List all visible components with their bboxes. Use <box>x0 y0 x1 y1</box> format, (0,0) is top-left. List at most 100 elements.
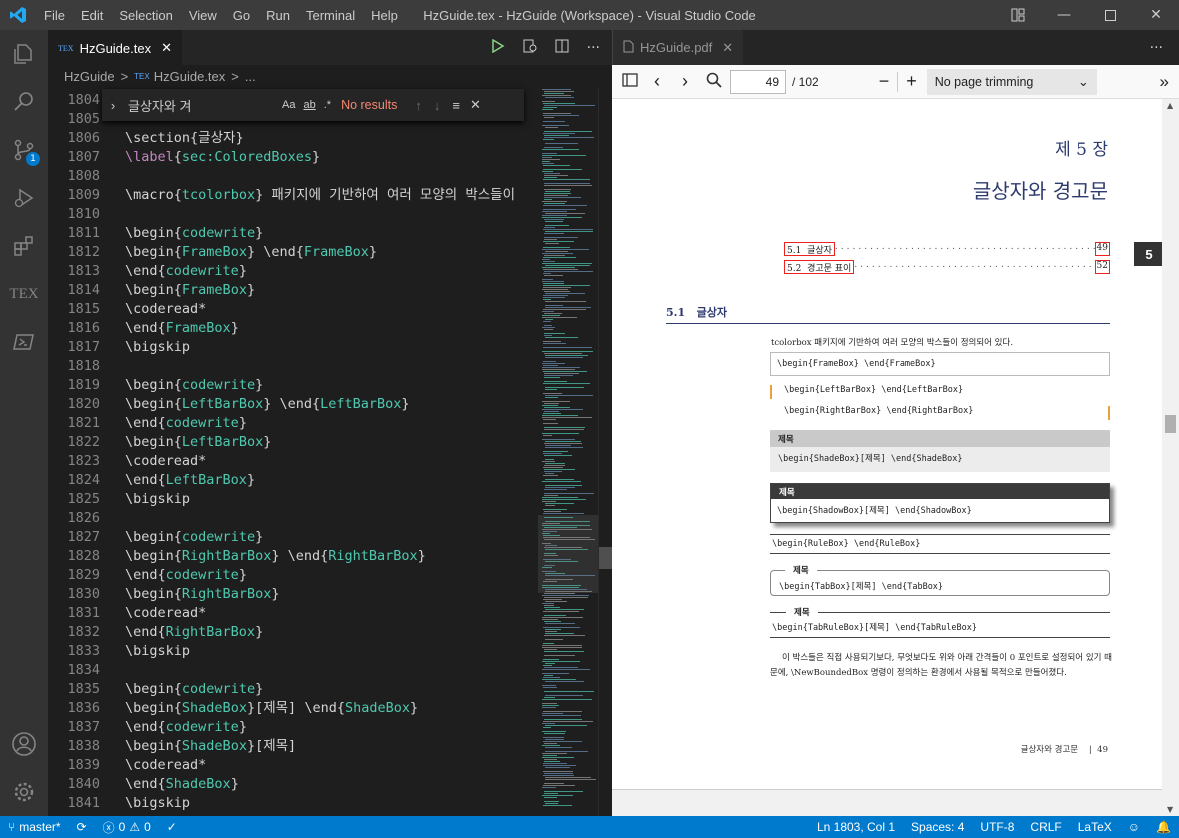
code-line[interactable]: 1837 \end{codewrite} <box>48 718 538 737</box>
more-tools-icon[interactable]: » <box>1160 72 1169 92</box>
powershell-icon[interactable] <box>0 318 48 366</box>
toc-link[interactable]: 5.1 글상자 <box>784 242 835 256</box>
sync-icon[interactable]: ⟳ <box>69 820 95 834</box>
match-case-toggle[interactable]: Aa <box>282 99 295 111</box>
code-line[interactable]: 1832 \end{RightBarBox} <box>48 623 538 642</box>
code-line[interactable]: 1817 \bigskip <box>48 338 538 357</box>
page-number-input[interactable]: 49 <box>730 69 786 94</box>
code-line[interactable]: 1821 \end{codewrite} <box>48 414 538 433</box>
cursor-position[interactable]: Ln 1803, Col 1 <box>809 820 903 834</box>
code-line[interactable]: 1819 \begin{codewrite} <box>48 376 538 395</box>
split-editor-icon[interactable] <box>555 39 569 57</box>
code-line[interactable]: 1820 \begin{LeftBarBox} \end{LeftBarBox} <box>48 395 538 414</box>
menu-view[interactable]: View <box>181 8 225 23</box>
code-line[interactable]: 1806 \section{글상자} <box>48 129 538 148</box>
scrollbar-up-icon[interactable]: ▲ <box>1167 101 1173 110</box>
layout-icon[interactable] <box>995 0 1041 30</box>
code-line[interactable]: 1831 \coderead* <box>48 604 538 623</box>
code-line[interactable]: 1815 \coderead* <box>48 300 538 319</box>
previous-match-icon[interactable]: ↑ <box>415 98 422 113</box>
menu-selection[interactable]: Selection <box>111 8 180 23</box>
run-build-icon[interactable] <box>491 38 505 57</box>
menu-run[interactable]: Run <box>258 8 298 23</box>
menu-file[interactable]: File <box>36 8 73 23</box>
code-line[interactable]: 1816 \end{FrameBox} <box>48 319 538 338</box>
breadcrumb-folder[interactable]: HzGuide <box>64 69 115 84</box>
code-line[interactable]: 1812 \begin{FrameBox} \end{FrameBox} <box>48 243 538 262</box>
toc-page[interactable]: 49 <box>1094 242 1110 256</box>
breadcrumb-file[interactable]: HzGuide.tex <box>154 69 226 84</box>
previous-page-icon[interactable]: ‹ <box>654 71 660 92</box>
sidebar-toggle-icon[interactable] <box>622 73 638 90</box>
notifications-bell-icon[interactable]: 🔔 <box>1148 820 1179 834</box>
toc-link[interactable]: 5.2 경고문 표이 <box>784 260 855 274</box>
code-line[interactable]: 1839 \coderead* <box>48 756 538 775</box>
scrollbar-down-icon[interactable]: ▼ <box>1167 805 1173 814</box>
scrollbar-thumb[interactable] <box>1165 415 1176 433</box>
code-line[interactable]: 1838 \begin{ShadeBox}[제목] <box>48 737 538 756</box>
code-line[interactable]: 1823 \coderead* <box>48 452 538 471</box>
close-tab-icon[interactable]: ✕ <box>161 40 172 56</box>
maximize-button[interactable] <box>1087 0 1133 30</box>
code-line[interactable]: 1809 \macro{tcolorbox} 패키지에 기반하여 여러 모양의 박… <box>48 186 538 205</box>
tex-icon[interactable]: TEX <box>0 270 48 318</box>
code-line[interactable]: 1807 \label{sec:ColoredBoxes} <box>48 148 538 167</box>
extensions-icon[interactable] <box>0 222 48 270</box>
code-line[interactable]: 1840 \end{ShadeBox} <box>48 775 538 794</box>
code-line[interactable]: 1841 \bigskip <box>48 794 538 813</box>
end-of-line[interactable]: CRLF <box>1022 820 1069 834</box>
code-line[interactable]: 1813 \end{codewrite} <box>48 262 538 281</box>
tab-hzguide-pdf[interactable]: HzGuide.pdf ✕ <box>613 30 744 65</box>
scrollbar-thumb[interactable] <box>599 547 612 569</box>
close-find-icon[interactable]: ✕ <box>470 97 481 113</box>
code-line[interactable]: 1810 <box>48 205 538 224</box>
regex-toggle[interactable]: .* <box>324 99 331 111</box>
code-line[interactable]: 1827 \begin{codewrite} <box>48 528 538 547</box>
menu-edit[interactable]: Edit <box>73 8 111 23</box>
code-line[interactable]: 1808 <box>48 167 538 186</box>
toc-page[interactable]: 52 <box>1094 260 1110 274</box>
feedback-icon[interactable]: ☺ <box>1120 820 1148 834</box>
more-actions-icon[interactable]: ··· <box>587 40 600 56</box>
source-control-icon[interactable]: 1 <box>0 126 48 174</box>
check-icon[interactable]: ✓ <box>159 820 185 834</box>
next-page-icon[interactable]: › <box>682 71 688 92</box>
search-icon[interactable] <box>0 78 48 126</box>
zoom-out-icon[interactable]: − <box>879 71 890 92</box>
next-match-icon[interactable]: ↓ <box>434 98 441 113</box>
code-line[interactable]: 1828 \begin{RightBarBox} \end{RightBarBox… <box>48 547 538 566</box>
minimap[interactable] <box>538 87 598 816</box>
code-line[interactable]: 1814 \begin{FrameBox} <box>48 281 538 300</box>
toc-entry[interactable]: 5.2 경고문 표이 .............................… <box>784 260 1110 274</box>
find-in-pdf-icon[interactable] <box>706 72 722 91</box>
find-input[interactable]: 글상자와 겨 <box>124 96 276 115</box>
code-line[interactable]: 1818 <box>48 357 538 376</box>
code-line[interactable]: 1826 <box>48 509 538 528</box>
branch-status[interactable]: ⑂ master* <box>0 820 69 834</box>
code-editor[interactable]: 1804 1805 1806 \section{글상자} 1807 \label{sec:… <box>48 87 612 816</box>
problems-status[interactable]: ⓧ 0 ⚠ 0 <box>95 819 159 836</box>
toc-entry[interactable]: 5.1 글상자 ................................… <box>784 242 1110 256</box>
code-line[interactable]: 1835 \begin{codewrite} <box>48 680 538 699</box>
code-line[interactable]: 1833 \bigskip <box>48 642 538 661</box>
explorer-icon[interactable] <box>0 30 48 78</box>
find-in-selection-icon[interactable]: ≡ <box>452 98 460 113</box>
close-window-button[interactable]: ✕ <box>1133 0 1179 30</box>
match-word-toggle[interactable]: ab <box>303 99 315 111</box>
chevron-right-icon[interactable]: › <box>102 98 124 113</box>
view-pdf-icon[interactable] <box>523 39 537 57</box>
menu-go[interactable]: Go <box>225 8 258 23</box>
pdf-scrollbar[interactable]: ▲ ▼ <box>1162 99 1179 816</box>
indentation[interactable]: Spaces: 4 <box>903 820 972 834</box>
breadcrumb-symbol[interactable]: ... <box>245 69 256 84</box>
more-actions-icon[interactable]: ··· <box>1150 40 1179 56</box>
code-line[interactable]: 1830 \begin{RightBarBox} <box>48 585 538 604</box>
minimap-viewport[interactable] <box>538 515 598 593</box>
trim-select[interactable]: No page trimming ⌄ <box>926 68 1097 95</box>
zoom-in-icon[interactable]: + <box>906 71 917 92</box>
editor-scrollbar[interactable] <box>598 87 612 816</box>
code-line[interactable]: 1834 <box>48 661 538 680</box>
code-line[interactable]: 1811 \begin{codewrite} <box>48 224 538 243</box>
settings-gear-icon[interactable] <box>0 768 48 816</box>
code-line[interactable]: 1822 \begin{LeftBarBox} <box>48 433 538 452</box>
